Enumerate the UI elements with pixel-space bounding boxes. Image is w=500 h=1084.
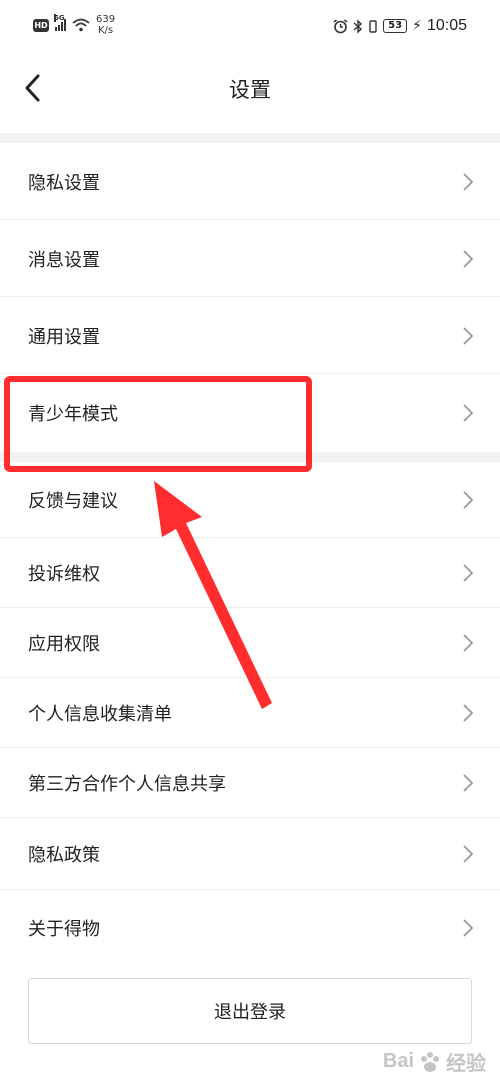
menu-item-label: 应用权限 xyxy=(28,634,100,655)
section-divider xyxy=(0,133,500,143)
nav-bar: 设置 xyxy=(0,52,500,132)
chevron-right-icon xyxy=(463,919,474,937)
watermark-text-left: Bai xyxy=(382,1050,414,1072)
network-speed-unit: K/s xyxy=(97,25,114,36)
menu-item-label: 隐私设置 xyxy=(28,172,100,194)
bluetooth-icon xyxy=(353,18,363,34)
highlight-annotation xyxy=(4,376,312,472)
status-bar: HD 5G 639 K/s 53 ⚡ 10:05 xyxy=(0,0,500,52)
status-time: 10:05 xyxy=(426,17,467,34)
watermark: Bai 经验 xyxy=(383,1047,486,1076)
chevron-right-icon xyxy=(463,774,474,792)
menu-item-label: 反馈与建议 xyxy=(28,491,118,512)
network-speed: 639 K/s xyxy=(96,14,115,36)
menu-item-label: 隐私政策 xyxy=(28,845,100,866)
menu-item-privacy-settings[interactable]: 隐私设置 xyxy=(0,143,500,220)
menu-item-label: 消息设置 xyxy=(28,249,100,271)
menu-item-label: 通用设置 xyxy=(28,326,100,348)
menu-item-message-settings[interactable]: 消息设置 xyxy=(0,220,500,297)
hd-badge: HD xyxy=(33,18,49,32)
chevron-right-icon xyxy=(463,172,474,191)
chevron-right-icon xyxy=(463,564,474,582)
chevron-right-icon xyxy=(463,491,474,509)
wifi-icon xyxy=(72,18,90,32)
status-right: 53 ⚡ 10:05 xyxy=(333,17,467,35)
menu-item-about[interactable]: 关于得物 xyxy=(0,890,500,966)
paw-logo-icon xyxy=(421,1051,439,1072)
menu-item-label: 关于得物 xyxy=(28,919,100,940)
chevron-right-icon xyxy=(463,704,474,722)
chevron-right-icon xyxy=(463,634,474,652)
menu-item-third-party-sharing[interactable]: 第三方合作个人信息共享 xyxy=(0,748,500,818)
cellular-signal-icon: 5G xyxy=(54,14,66,31)
menu-item-general-settings[interactable]: 通用设置 xyxy=(0,297,500,374)
vibrate-icon xyxy=(369,19,377,33)
menu-item-privacy-policy[interactable]: 隐私政策 xyxy=(0,818,500,890)
battery-level: 53 xyxy=(383,19,408,33)
network-type: 5G xyxy=(54,14,65,22)
logout-button[interactable]: 退出登录 xyxy=(28,978,472,1044)
watermark-text-right: 经验 xyxy=(446,1053,486,1075)
chevron-right-icon xyxy=(463,404,474,422)
charging-icon: ⚡ xyxy=(412,18,422,34)
menu-item-label: 第三方合作个人信息共享 xyxy=(28,774,226,795)
status-left: HD 5G 639 K/s xyxy=(33,14,115,36)
menu-item-label: 投诉维权 xyxy=(28,564,100,585)
alarm-icon xyxy=(333,18,348,33)
chevron-right-icon xyxy=(463,249,474,268)
pointer-arrow-annotation xyxy=(154,481,272,709)
network-speed-value: 639 xyxy=(96,14,116,25)
page-title: 设置 xyxy=(229,78,271,102)
chevron-right-icon xyxy=(463,326,474,345)
chevron-right-icon xyxy=(463,845,474,863)
